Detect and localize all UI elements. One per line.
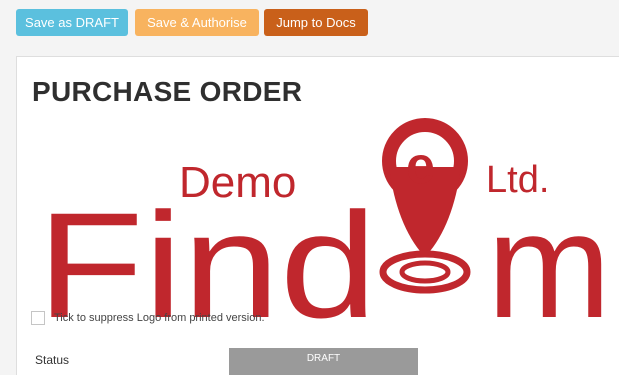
status-label: Status: [35, 353, 70, 367]
purchase-order-card: PURCHASE ORDER Demo Ltd. Find e m Tick t…: [16, 56, 619, 375]
status-badge: DRAFT: [229, 348, 418, 375]
suppress-logo-label: Tick to suppress Logo from printed versi…: [54, 312, 265, 324]
save-and-authorise-button[interactable]: Save & Authorise: [135, 9, 259, 36]
jump-to-docs-button[interactable]: Jump to Docs: [264, 9, 368, 36]
logo-text-m: m: [487, 181, 611, 349]
page-title: PURCHASE ORDER: [32, 76, 303, 107]
logo-pin-letter: e: [406, 137, 435, 195]
save-as-draft-button[interactable]: Save as DRAFT: [16, 9, 128, 36]
page: Save as DRAFT Save & Authorise Jump to D…: [0, 0, 619, 375]
toolbar: Save as DRAFT Save & Authorise Jump to D…: [0, 0, 619, 46]
logo-pin-icon: e: [379, 118, 471, 294]
suppress-logo-checkbox[interactable]: [31, 311, 45, 325]
